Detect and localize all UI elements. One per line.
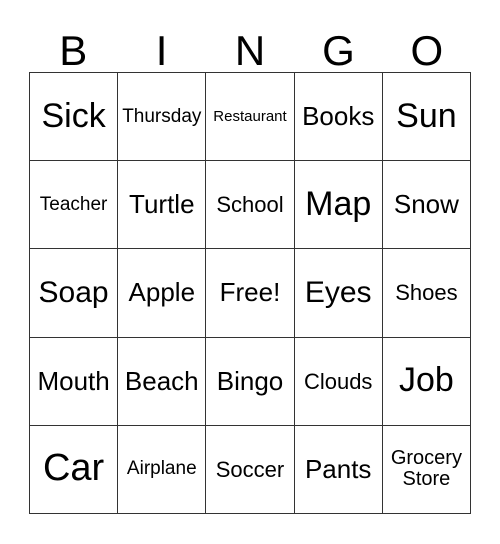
bingo-cell-label: Shoes (395, 280, 458, 306)
header-letter: I (155, 27, 168, 74)
bingo-cell[interactable]: Books (294, 73, 383, 162)
bingo-header-letter-o: O (383, 20, 471, 72)
bingo-cell-label: Apple (128, 277, 196, 308)
bingo-cell[interactable]: Shoes (382, 249, 471, 338)
bingo-cell[interactable]: School (206, 161, 295, 250)
bingo-cell[interactable]: Car (30, 425, 119, 514)
bingo-cell-label: Job (398, 361, 454, 400)
bingo-cell[interactable]: Teacher (30, 161, 119, 250)
bingo-cell-label: Thursday (122, 105, 202, 127)
bingo-header-letter-g: G (294, 20, 382, 72)
bingo-cell-label: Grocery Store (390, 447, 462, 491)
bingo-cell[interactable]: Map (294, 161, 383, 250)
bingo-cell-label: Clouds (303, 368, 373, 394)
bingo-header: B I N G O (29, 20, 471, 72)
header-letter: N (234, 27, 266, 74)
bingo-cell-label: Free! (219, 277, 281, 308)
bingo-header-letter-b: B (29, 20, 117, 72)
bingo-cell-label: Turtle (129, 189, 195, 220)
bingo-cell-label: Books (302, 100, 375, 131)
bingo-cell-label: Teacher (39, 193, 108, 215)
bingo-cell-label: Pants (304, 453, 372, 484)
bingo-cell-label: Sun (396, 96, 457, 135)
bingo-cell[interactable]: Soccer (206, 425, 295, 514)
bingo-cell[interactable]: Turtle (118, 161, 207, 250)
header-letter: O (410, 27, 444, 74)
bingo-cell-label: Bingo (216, 365, 284, 396)
bingo-cell[interactable]: Pants (294, 425, 383, 514)
bingo-cell-label: Mouth (37, 365, 110, 396)
header-letter: B (59, 27, 88, 74)
bingo-cell[interactable]: Apple (118, 249, 207, 338)
bingo-cell[interactable]: Beach (118, 337, 207, 426)
bingo-cell-label: Snow (393, 189, 459, 220)
bingo-cell-label: Airplane (126, 458, 197, 480)
bingo-cell-label: Map (305, 184, 372, 223)
header-letter: G (322, 27, 355, 74)
bingo-cell[interactable]: Job (382, 337, 471, 426)
bingo-cell[interactable]: Snow (382, 161, 471, 250)
bingo-cell[interactable]: Grocery Store (382, 425, 471, 514)
bingo-cell[interactable]: Eyes (294, 249, 383, 338)
bingo-cell[interactable]: Sick (30, 73, 119, 162)
bingo-cell[interactable]: Restaurant (206, 73, 295, 162)
bingo-card: B I N G O Sick Thursday Restaurant Books… (0, 0, 500, 544)
bingo-cell-label: Sick (41, 96, 106, 135)
bingo-grid: Sick Thursday Restaurant Books Sun Teach… (29, 72, 471, 514)
bingo-cell[interactable]: Sun (382, 73, 471, 162)
bingo-cell[interactable]: Clouds (294, 337, 383, 426)
bingo-cell-free-space[interactable]: Free! (206, 249, 295, 338)
bingo-cell[interactable]: Mouth (30, 337, 119, 426)
bingo-cell-label: Restaurant (213, 107, 287, 125)
bingo-cell[interactable]: Bingo (206, 337, 295, 426)
bingo-cell[interactable]: Thursday (118, 73, 207, 162)
bingo-cell[interactable]: Airplane (118, 425, 207, 514)
bingo-cell-label: School (216, 192, 284, 218)
bingo-cell-label: Car (42, 447, 105, 490)
bingo-cell-label: Beach (124, 365, 199, 396)
bingo-cell-label: Soap (38, 276, 109, 310)
bingo-header-letter-n: N (206, 20, 294, 72)
bingo-cell[interactable]: Soap (30, 249, 119, 338)
bingo-cell-label: Soccer (215, 456, 285, 482)
bingo-cell-label: Eyes (304, 276, 372, 310)
bingo-header-letter-i: I (117, 20, 205, 72)
